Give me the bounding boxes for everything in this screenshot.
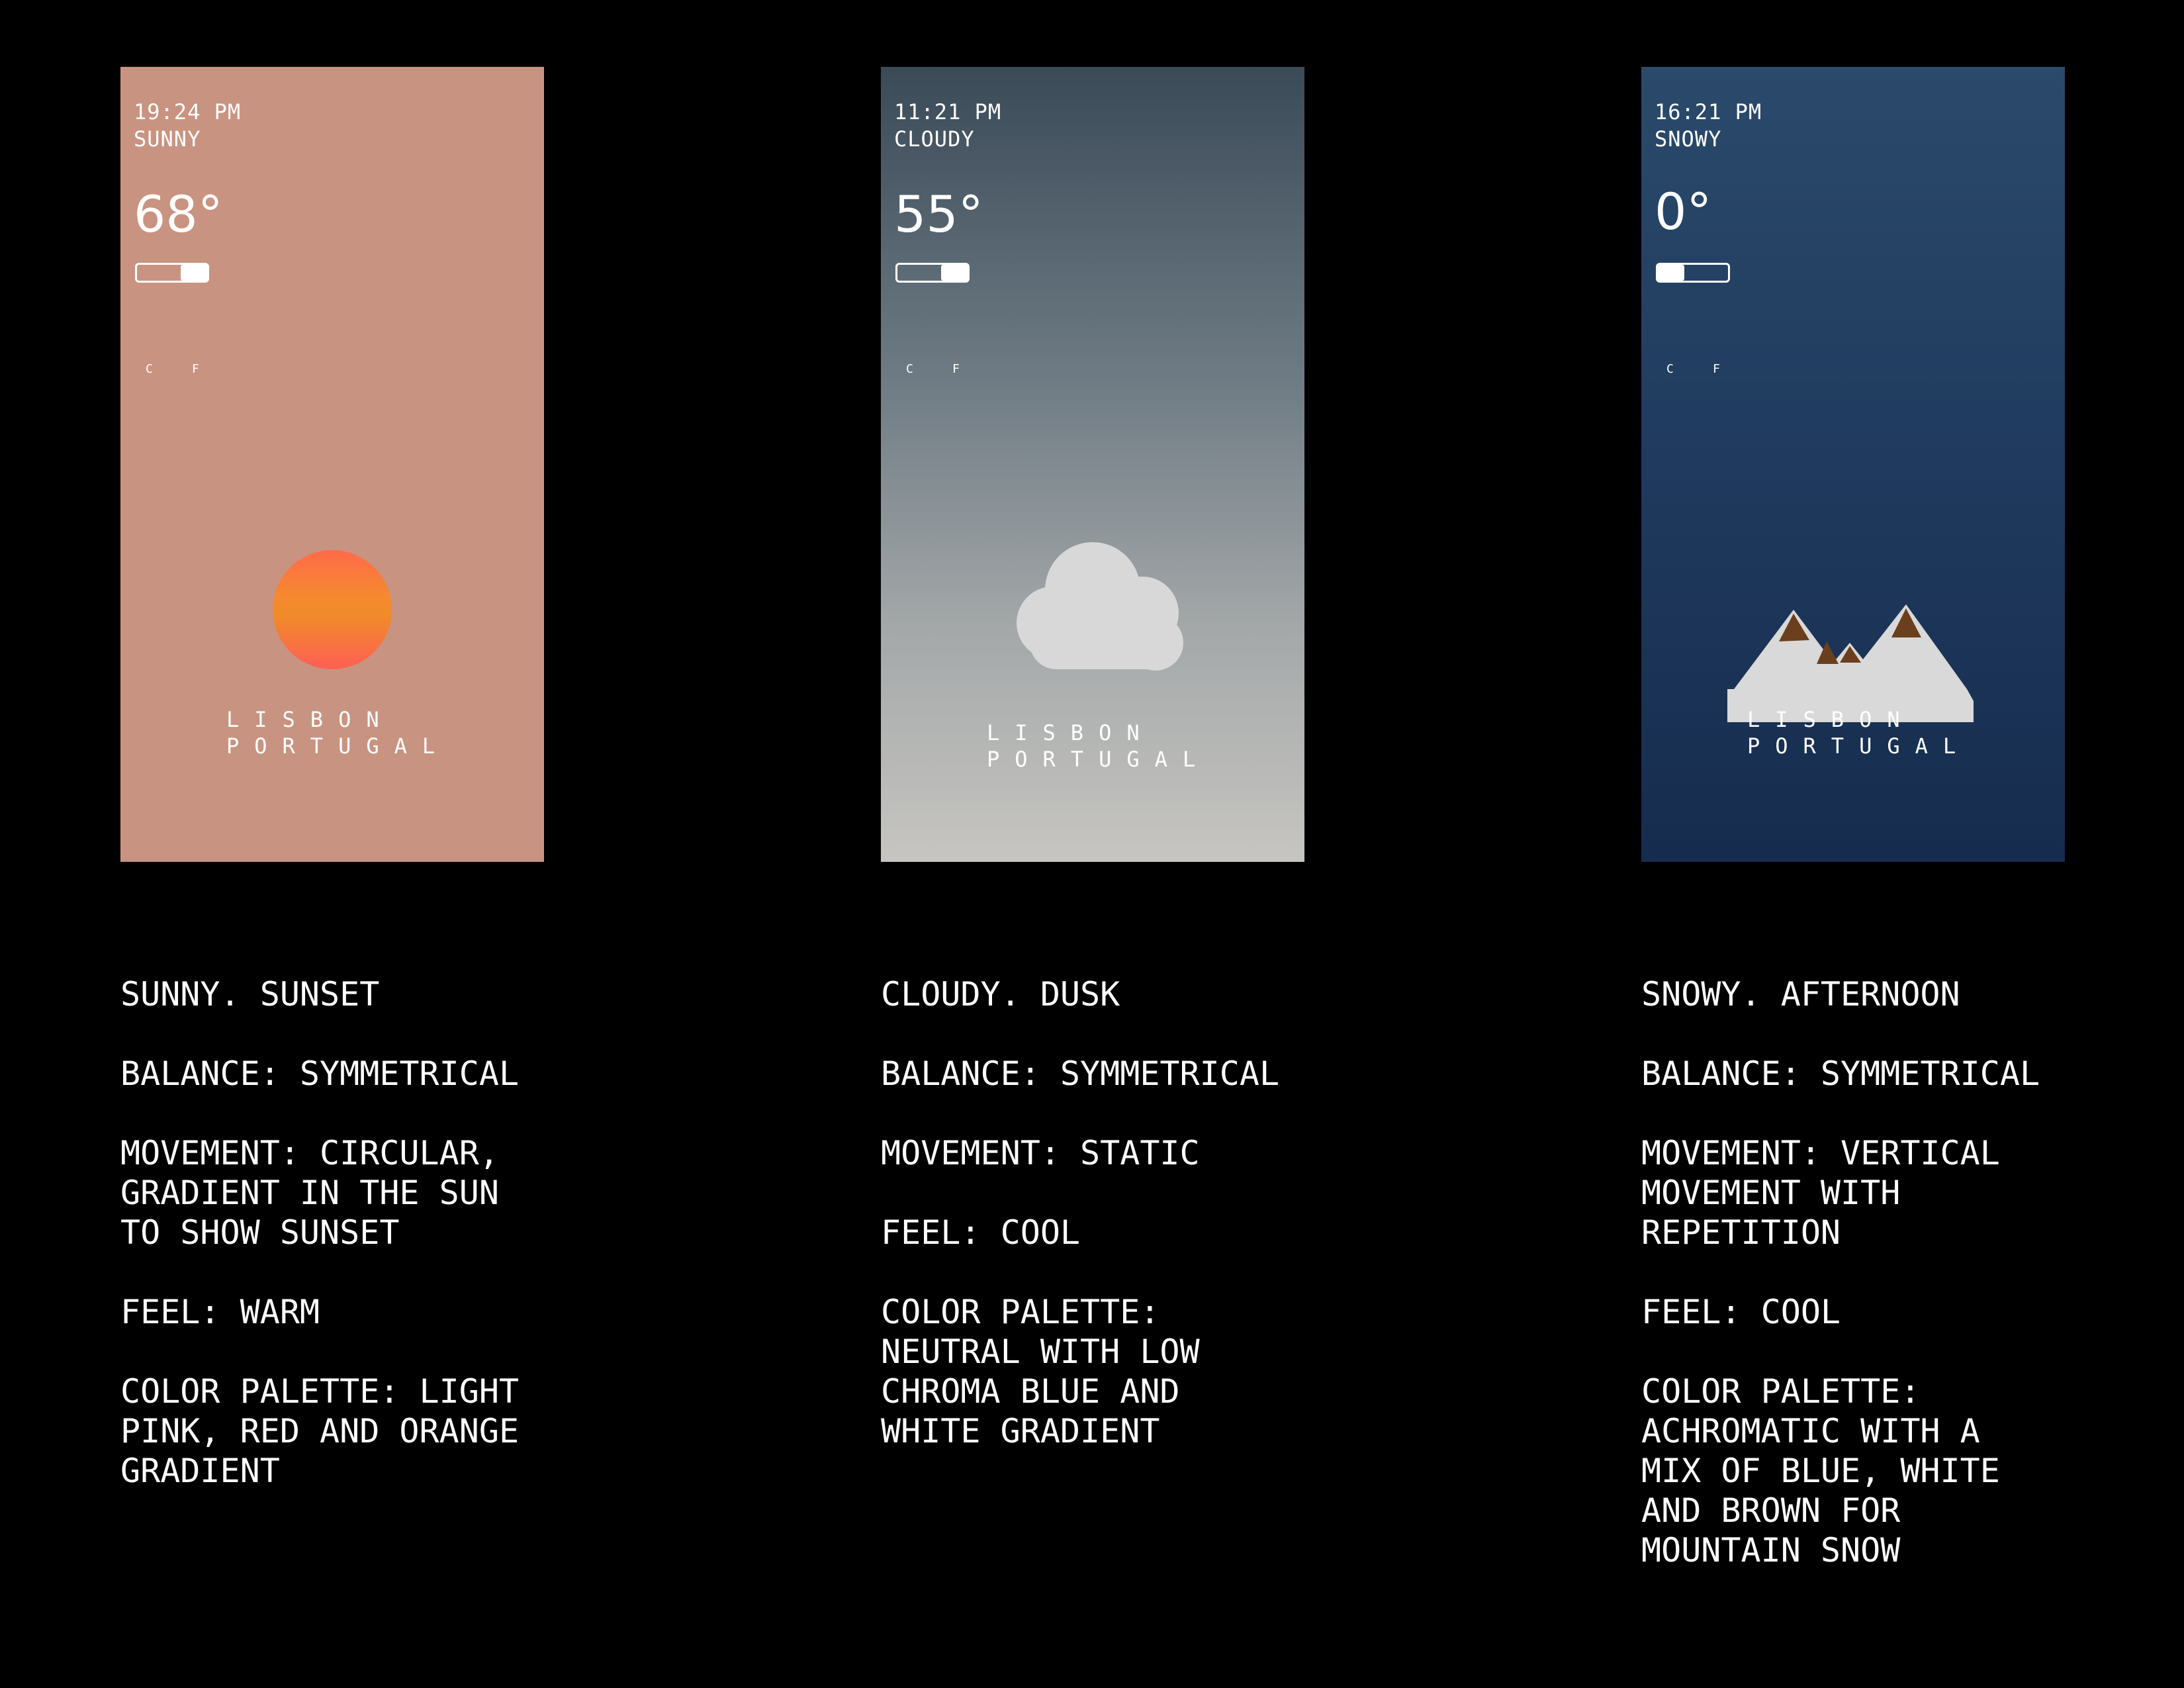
description-movement-line: REPETITION (1641, 1213, 1841, 1252)
unit-toggle[interactable] (1656, 263, 1730, 283)
unit-fahrenheit-label: F (192, 362, 199, 376)
description-palette-line: CHROMA BLUE AND (881, 1372, 1180, 1411)
sun-icon (273, 550, 392, 669)
description-palette-line: MOUNTAIN SNOW (1641, 1531, 1901, 1570)
description-heading: CLOUDY. DUSK (881, 975, 1120, 1013)
description-palette-line: NEUTRAL WITH LOW (881, 1333, 1200, 1371)
time-label: 16:21 PM (1655, 99, 1762, 124)
description-balance: BALANCE: SYMMETRICAL (1641, 1055, 2040, 1093)
temperature-value: 68° (134, 185, 223, 244)
description-feel: FEEL: COOL (1641, 1293, 1841, 1331)
description-movement-line: TO SHOW SUNSET (120, 1213, 400, 1252)
unit-celsius-label: C (1666, 362, 1674, 376)
description-palette-line: COLOR PALETTE: (1641, 1372, 1921, 1411)
country-name: PORTUGAL (226, 733, 451, 759)
description-movement-line: MOVEMENT: VERTICAL (1641, 1134, 2000, 1172)
description-sunny: SUNNY. SUNSET BALANCE: SYMMETRICAL MOVEM… (120, 974, 623, 1530)
unit-toggle[interactable] (895, 263, 970, 283)
temperature-value: 55° (894, 185, 983, 244)
description-movement-line: MOVEMENT: STATIC (881, 1134, 1200, 1172)
toggle-knob[interactable] (181, 265, 207, 281)
description-movement-line: GRADIENT IN THE SUN (120, 1174, 499, 1212)
unit-toggle[interactable] (135, 263, 209, 283)
description-cloudy: CLOUDY. DUSK BALANCE: SYMMETRICAL MOVEME… (881, 974, 1384, 1491)
time-label: 19:24 PM (134, 99, 242, 124)
toggle-knob[interactable] (1658, 265, 1684, 281)
temperature-value: 0° (1655, 182, 1712, 241)
country-name: PORTUGAL (1747, 733, 1972, 759)
description-palette-line: WHITE GRADIENT (881, 1412, 1160, 1450)
description-movement-line: MOVEMENT: CIRCULAR, (120, 1134, 499, 1172)
city-name: LISBON (226, 707, 394, 732)
weather-screen-snowy: 16:21 PM SNOWY 0° C F LISBON PORTUGAL (1641, 67, 2065, 862)
description-palette-line: AND BROWN FOR (1641, 1491, 1901, 1530)
description-palette-line: COLOR PALETTE: (881, 1293, 1160, 1331)
toggle-knob[interactable] (941, 265, 968, 281)
description-feel: FEEL: COOL (881, 1213, 1081, 1252)
unit-celsius-label: C (146, 362, 153, 376)
description-palette-line: PINK, RED AND ORANGE (120, 1412, 520, 1450)
country-name: PORTUGAL (987, 747, 1211, 772)
time-label: 11:21 PM (894, 99, 1002, 124)
unit-fahrenheit-label: F (1713, 362, 1720, 376)
condition-label: SNOWY (1655, 126, 1722, 152)
unit-celsius-label: C (906, 362, 913, 376)
description-palette-line: ACHROMATIC WITH A (1641, 1412, 1980, 1450)
description-balance: BALANCE: SYMMETRICAL (120, 1055, 520, 1093)
description-heading: SNOWY. AFTERNOON (1641, 975, 1960, 1013)
description-heading: SUNNY. SUNSET (120, 975, 380, 1013)
city-name: LISBON (987, 720, 1155, 745)
description-balance: BALANCE: SYMMETRICAL (881, 1055, 1280, 1093)
cloud-icon (1017, 542, 1183, 671)
condition-label: SUNNY (134, 126, 201, 152)
city-name: LISBON (1747, 707, 1915, 732)
mountain-icon (1727, 604, 1974, 722)
description-movement-line: MOVEMENT WITH (1641, 1174, 1901, 1212)
weather-screen-cloudy: 11:21 PM CLOUDY 55° C F LISBON PORTUGAL (881, 67, 1304, 862)
description-snowy: SNOWY. AFTERNOON BALANCE: SYMMETRICAL MO… (1641, 974, 2144, 1610)
weather-screen-sunny: 19:24 PM SUNNY 68° C F LISBON PORTUGAL (120, 67, 544, 862)
unit-fahrenheit-label: F (952, 362, 960, 376)
description-palette-line: COLOR PALETTE: LIGHT (120, 1372, 520, 1411)
description-palette-line: GRADIENT (120, 1452, 280, 1490)
description-palette-line: MIX OF BLUE, WHITE (1641, 1452, 2000, 1490)
condition-label: CLOUDY (894, 126, 975, 152)
description-feel: FEEL: WARM (120, 1293, 320, 1331)
